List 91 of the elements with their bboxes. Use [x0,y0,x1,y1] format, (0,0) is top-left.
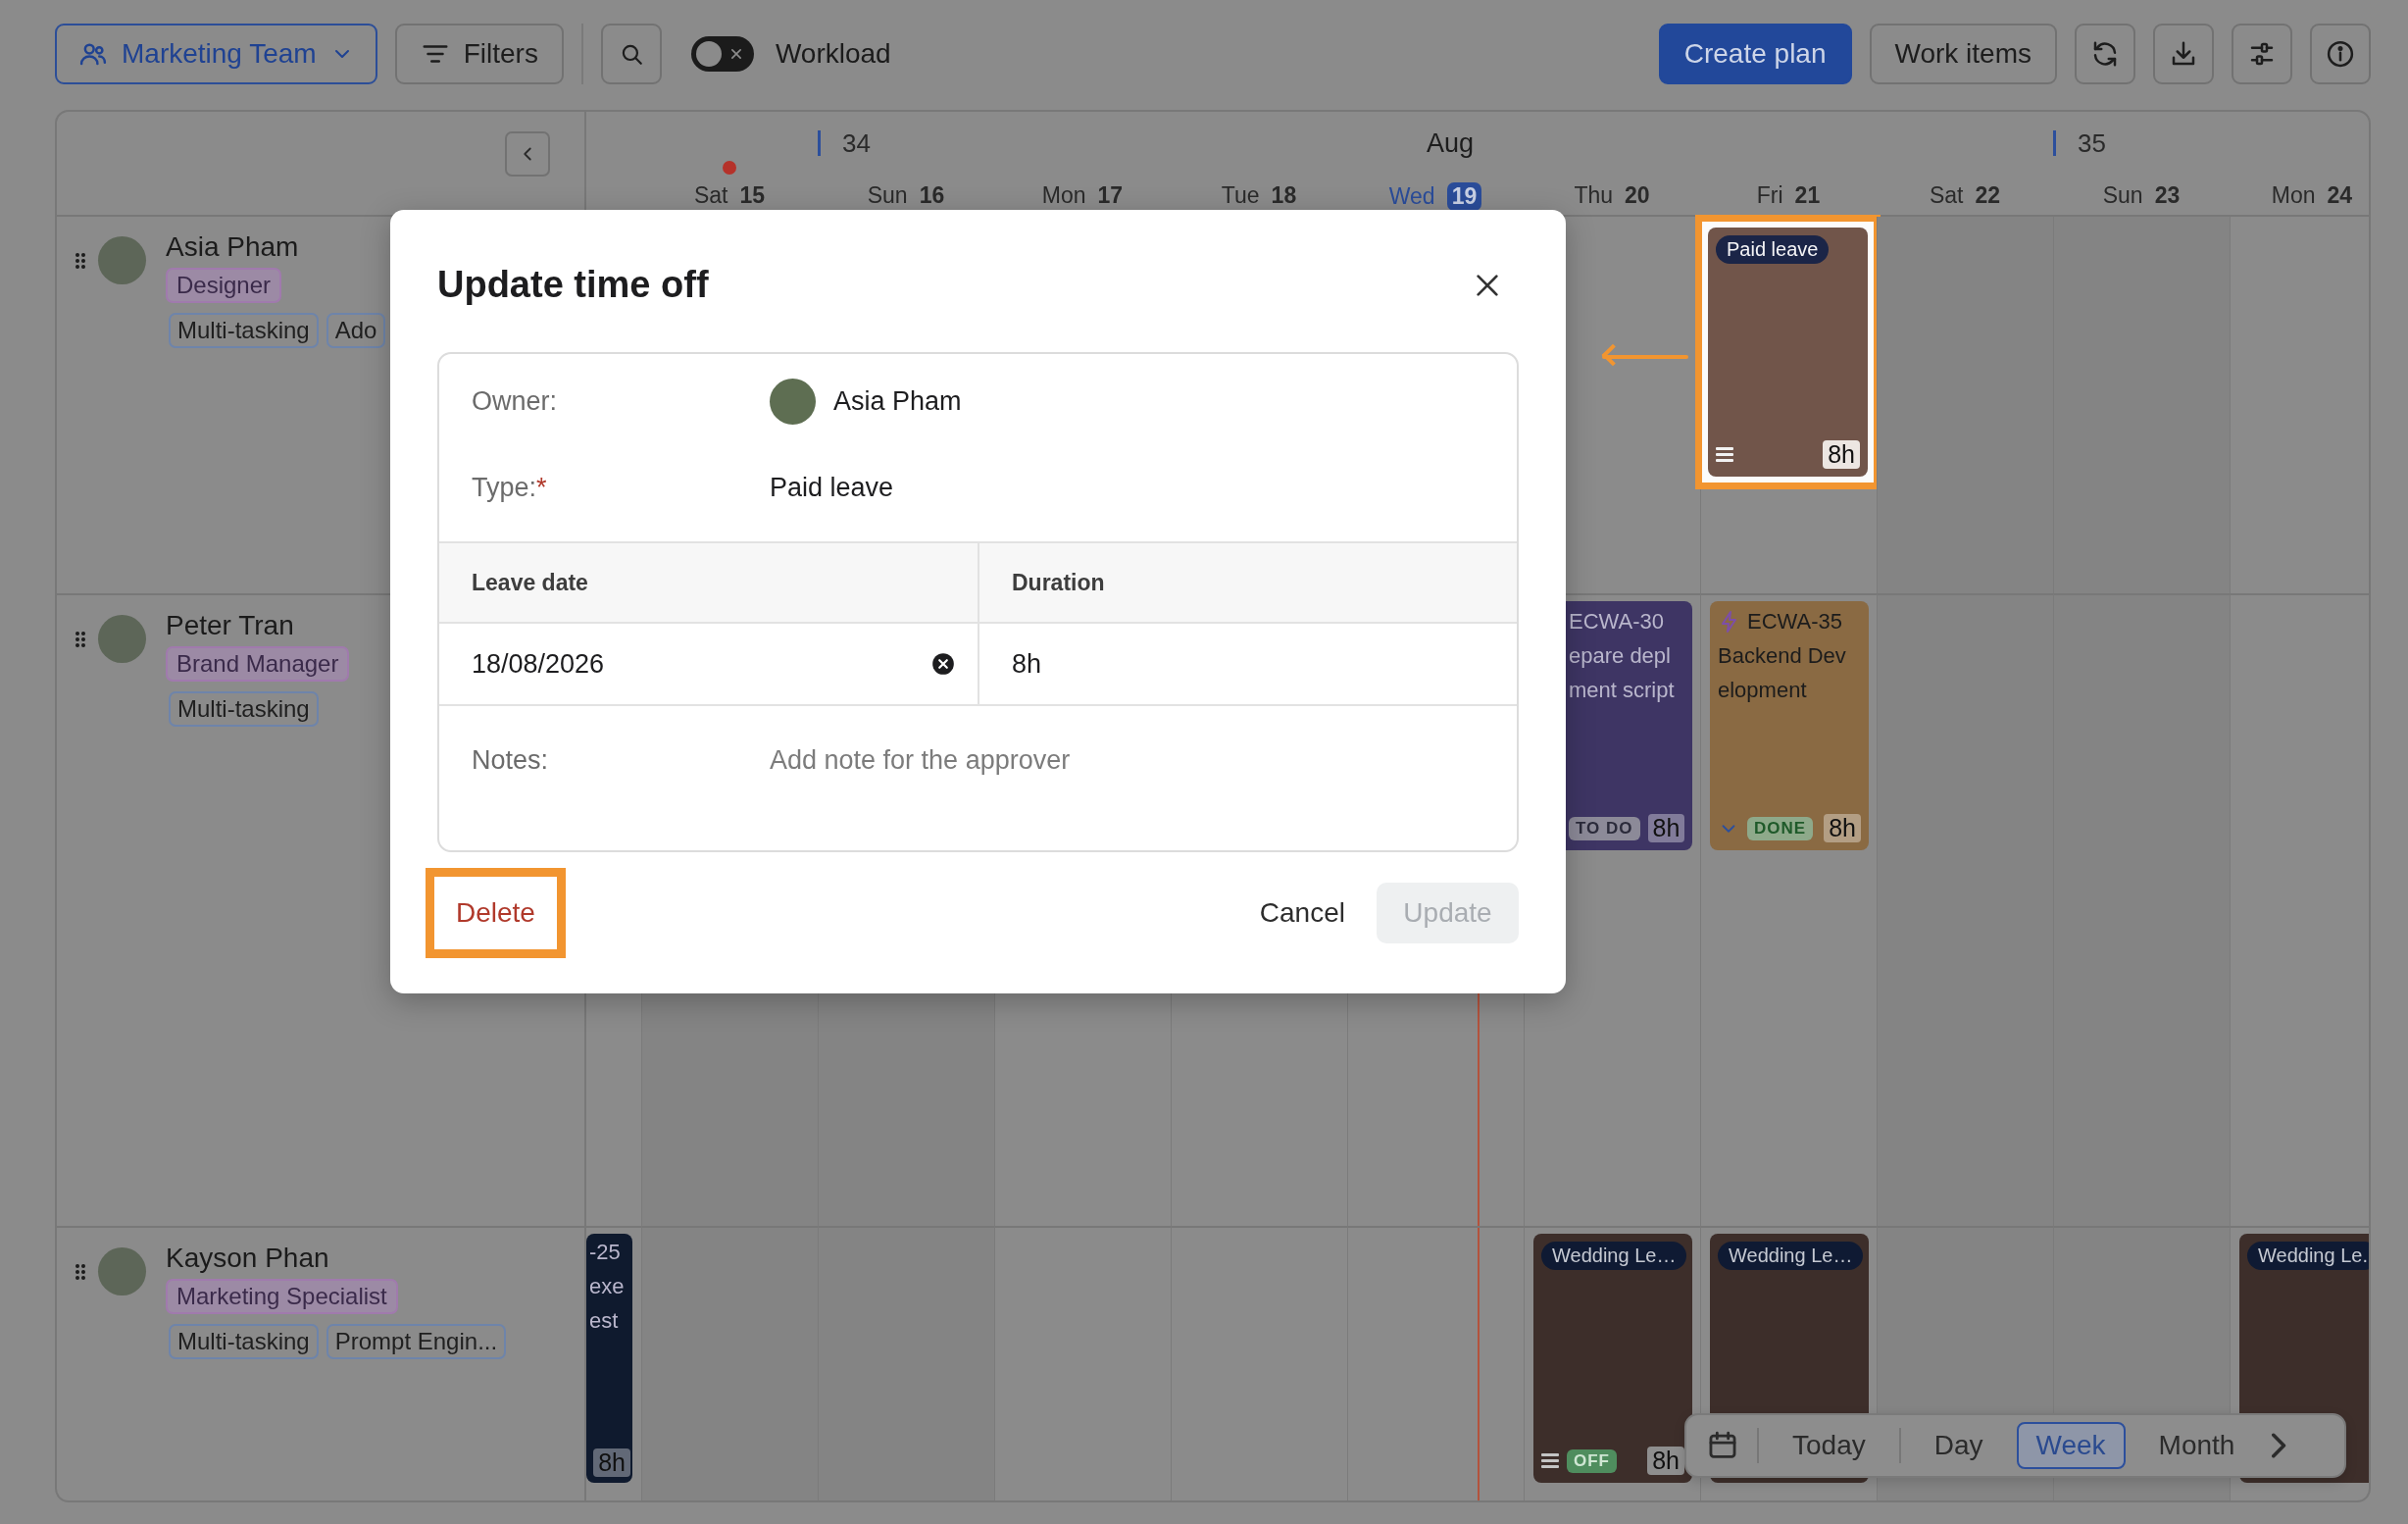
day-label: Fri [1756,182,1783,209]
date-label: 16 [919,182,945,209]
role-tag: Brand Manager [166,646,350,682]
date-label: 18 [1271,182,1297,209]
duration-field[interactable]: 8h [1012,648,1495,680]
owner-name: Asia Pham [833,385,962,417]
chevron-right-icon [2272,1433,2288,1458]
task-title: exe est [589,1273,626,1335]
leave-type-label: Wedding Le… [1541,1242,1687,1270]
drag-handle-icon[interactable] [75,1263,86,1281]
date-label: 17 [1097,182,1124,209]
role-tag: Marketing Specialist [166,1279,398,1314]
task-title: Backend Dev elopment [1718,642,1847,704]
work-items-button[interactable]: Work items [1869,24,2057,84]
date-field[interactable]: 18/08/2026 [472,648,930,680]
day-label: Mon [2271,182,2316,209]
field-label: Owner: [472,385,559,417]
create-plan-button[interactable]: Create plan [1658,24,1852,84]
avatar [98,1247,146,1295]
dialog-title: Update time off [437,264,709,306]
task-card[interactable]: ECWA-35 Backend Dev elopment DONE 8h [1710,601,1869,850]
task-key: ECWA-30 [1569,609,1664,635]
skill-tag: Multi-tasking [169,313,319,348]
person-name: Asia Pham [166,230,299,264]
week-number: 34 [818,130,871,156]
avatar [770,378,816,425]
leave-type-label: Wedding Le. [2247,1242,2369,1270]
view-tab[interactable]: Day [1914,1422,2003,1469]
day-label: Sat [1929,182,1964,209]
role-tag: Designer [166,268,282,303]
week-number: 35 [2053,130,2106,156]
time-off-card[interactable]: Paid leave 8h [1708,228,1868,477]
month-label: Aug [1426,127,1474,159]
filters-button[interactable]: Filters [394,24,564,84]
info-icon [2326,39,2355,69]
date-label: 24 [2327,182,2353,209]
day-label: Sun [867,182,908,209]
drag-handle-icon[interactable] [75,631,86,648]
settings-button[interactable] [2232,24,2292,84]
date-label: 23 [2154,182,2181,209]
hours-label: 8h [1823,440,1860,469]
workload-toggle[interactable] [690,36,754,72]
field-label: Notes: [472,745,550,776]
hours-label: 8h [1647,814,1685,842]
clear-button[interactable] [930,651,956,677]
task-card[interactable]: -25 exe est 8h [586,1234,632,1483]
status-badge: DONE [1747,816,1814,840]
date-label: 22 [1975,182,2001,209]
skill-tag: Multi-tasking [169,1324,319,1359]
leave-type-label: Wedding Le… [1718,1242,1864,1270]
type-value: Paid leave [770,472,894,503]
avatar [98,615,146,663]
status-badge: OFF [1567,1448,1617,1473]
hours-label: 8h [1647,1447,1684,1475]
hours-label: 8h [593,1448,630,1477]
today-date-badge: 19 [1446,182,1482,211]
leave-type-label: Paid leave [1716,235,1830,264]
task-key: -25 [589,1240,621,1265]
day-label: Sat [693,182,728,209]
person-name: Peter Tran [166,609,294,642]
download-button[interactable] [2153,24,2214,84]
day-label: Thu [1574,182,1613,209]
date-label: 15 [739,182,766,209]
notes-field[interactable]: Add note for the approver [770,745,1517,776]
cancel-button[interactable]: Cancel [1239,883,1365,943]
task-key: ECWA-35 [1747,609,1842,635]
person-name: Kayson Phan [166,1242,329,1275]
avatar [98,236,146,284]
task-title: epare depl ment script [1569,642,1676,704]
day-label: Sun [2102,182,2143,209]
search-button[interactable] [600,24,662,84]
refresh-button[interactable] [2075,24,2135,84]
date-label: 20 [1625,182,1650,209]
required-mark: * [536,472,547,502]
field-label: Type: [472,472,537,502]
date-label: 21 [1794,182,1821,209]
status-badge: TO DO [1569,816,1640,840]
skill-tag: Prompt Engin... [326,1324,507,1359]
info-button[interactable] [2310,24,2371,84]
drag-handle-icon[interactable] [75,252,86,270]
skill-tag: Multi-tasking [169,691,319,727]
column-header: Duration [1012,569,1105,596]
toggle-label: Workload [775,38,891,70]
day-label: Wed [1388,183,1435,210]
hours-label: 8h [1824,814,1861,842]
clear-icon [930,651,956,677]
column-header: Leave date [472,569,588,596]
skill-tag: Ado [326,313,386,348]
day-label: Mon [1041,182,1086,209]
time-off-card[interactable]: Wedding Le… OFF 8h [1533,1234,1692,1483]
day-label: Tue [1221,182,1260,209]
